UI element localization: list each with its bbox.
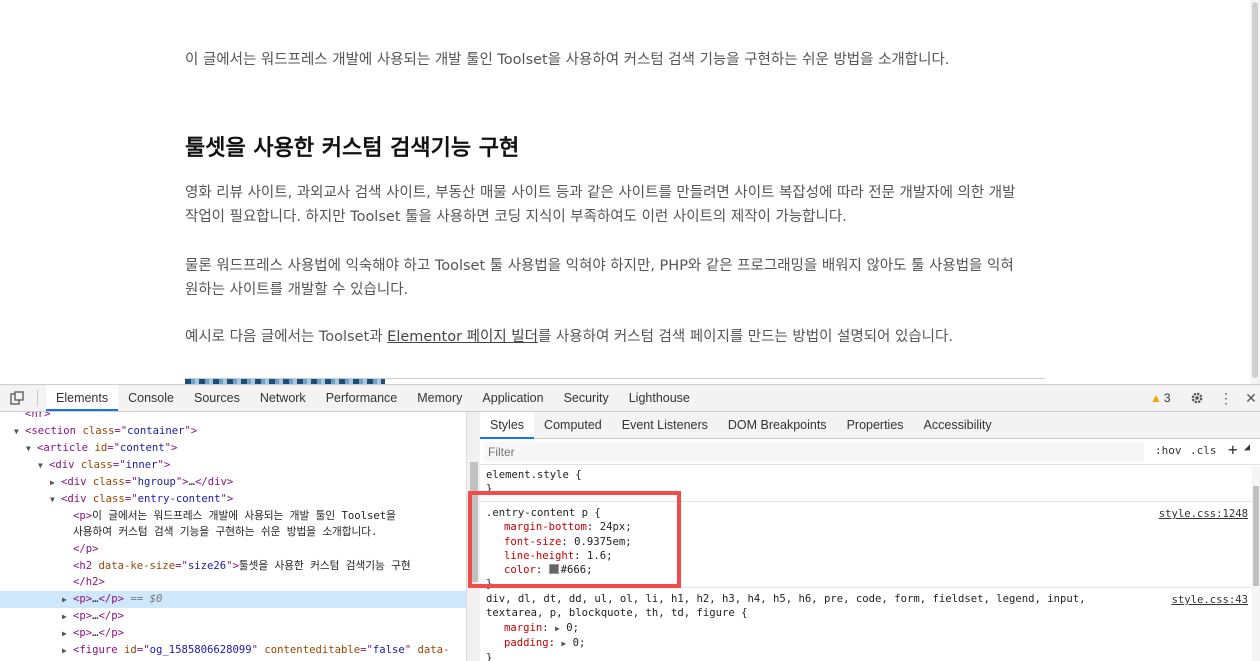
collapse-arrow-icon[interactable]: ▶ [50,475,61,492]
warnings-counter[interactable]: ▲ 3 [1150,385,1171,411]
tree-node-p-1[interactable]: <p>이 글에서는 워드프레스 개발에 사용되는 개발 툴인 Toolset을 [0,508,466,525]
prop-margin[interactable]: margin: ▶ 0; [486,621,1246,636]
tree-node-hgroup[interactable]: ▶ <div class="hgroup">…</div> [0,474,466,491]
hov-toggle[interactable]: :hov [1155,444,1182,457]
subtab-computed[interactable]: Computed [534,412,612,439]
paragraph-2-line-2: 원하는 사이트를 개발할 수 있습니다. [185,282,409,298]
devtools-toolbar: Elements Console Sources Network Perform… [0,385,1260,412]
tree-node-section[interactable]: ▼ <section class="container"> [0,423,466,440]
collapse-arrow-icon[interactable]: ▶ [62,609,73,626]
tree-node-entry-content[interactable]: ▼ <div class="entry-content"> [0,491,466,508]
tab-sources[interactable]: Sources [184,385,250,411]
new-rule-button[interactable]: + [1228,440,1238,459]
tab-console[interactable]: Console [118,385,184,411]
intro-paragraph: 이 글에서는 워드프레스 개발에 사용되는 개발 툴인 Toolset을 사용하… [185,52,950,68]
styles-scrollbar-thumb[interactable] [1253,486,1259,586]
reset-selector-2: textarea, p, blockquote, th, td, figure … [486,607,748,620]
paragraph-1-line-1: 영화 리뷰 사이트, 과외교사 검색 사이트, 부동산 매물 사이트 등과 같은… [185,185,1016,201]
subtab-properties[interactable]: Properties [837,412,914,439]
warning-count: 3 [1163,391,1171,405]
tab-application[interactable]: Application [472,385,553,411]
close-icon[interactable]: ✕ [1238,385,1260,411]
paragraph-3-after: 를 사용하여 커스텀 검색 페이지를 만드는 방법이 설명되어 있습니다. [537,329,953,345]
page-scrollbar[interactable] [1250,0,1260,384]
tree-node-p-4[interactable]: ▶ <p>…</p> [0,625,466,642]
devtools-tabs: Elements Console Sources Network Perform… [46,385,700,411]
collapse-arrow-icon[interactable]: ▶ [62,592,73,609]
paragraph-1-line-2: 작업이 필요합니다. 하지만 Toolset 툴을 사용하면 코딩 지식이 부족… [185,209,847,225]
tree-node-figure[interactable]: ▶ <figure id="og_1585806628099" contented… [0,642,466,659]
reset-close: } [486,652,493,661]
collapse-arrow-icon[interactable]: ▶ [62,643,73,660]
prop-padding[interactable]: padding: ▶ 0; [486,636,1246,651]
entry-rule-source-link[interactable]: style.css:1248 [1159,507,1248,521]
paragraph-3: 예시로 다음 글에서는 Toolset과 Elementor 페이지 빌더를 사… [185,325,1045,349]
cls-toggle[interactable]: .cls [1190,444,1217,457]
tree-node-p-selected[interactable]: ▶ <p>…</p> == $0 [0,591,466,608]
section-heading: 툴셋을 사용한 커스텀 검색기능 구현 [185,136,520,161]
reset-selector-1: div, dl, dt, dd, ul, ol, li, h1, h2, h3,… [486,593,1086,605]
elements-tree: <hr> ▼ <section class="container"> ▼ <arti… [0,412,466,661]
kebab-menu-icon[interactable]: ⋮ [1213,385,1239,411]
tab-memory[interactable]: Memory [407,385,472,411]
gear-icon[interactable] [1184,385,1210,411]
tab-elements[interactable]: Elements [46,385,119,411]
expand-arrow-icon[interactable]: ▼ [38,458,49,475]
subtab-accessibility[interactable]: Accessibility [914,412,1002,439]
toolbar-divider [37,390,38,406]
expand-shorthand-icon[interactable]: ▶ [555,624,560,633]
tree-node-h2[interactable]: <h2 data-ke-size="size26">툴셋을 사용한 커스텀 검색… [0,558,466,575]
tree-node-inner[interactable]: ▼ <div class="inner"> [0,457,466,474]
tab-security[interactable]: Security [554,385,619,411]
collapse-arrow-icon[interactable]: ▶ [62,626,73,643]
styles-scrollbar[interactable] [1252,466,1260,661]
tree-node-p-3[interactable]: ▶ <p>…</p> [0,608,466,625]
styles-filter-input[interactable] [484,442,1144,462]
tab-lighthouse[interactable]: Lighthouse [619,385,700,411]
expand-arrow-icon[interactable]: ▼ [14,424,25,441]
page-scrollbar-thumb[interactable] [1252,2,1258,378]
subtab-dom-breakpoints[interactable]: DOM Breakpoints [718,412,837,439]
reset-rule-source-link[interactable]: style.css:43 [1171,593,1248,607]
element-style-selector: element.style { [486,469,582,481]
expand-shorthand-icon[interactable]: ▶ [561,639,566,648]
tree-node-h2-close[interactable]: </h2> [0,574,466,591]
sidebar-tabs: Styles Computed Event Listeners DOM Brea… [480,412,1260,439]
tab-performance[interactable]: Performance [316,385,408,411]
tree-node-p-1-close[interactable]: </p> [0,541,466,558]
tree-node-p-1-cont[interactable]: 사용하여 커스텀 검색 기능을 구현하는 쉬운 방법을 소개합니다. [0,524,466,541]
paragraph-3-before: 예시로 다음 글에서는 Toolset과 [185,329,388,345]
computed-sidebar-icon[interactable]: ◢ [1244,442,1250,453]
tree-node-hr[interactable]: <hr> [0,412,466,423]
elementor-link[interactable]: Elementor 페이지 빌더 [387,329,538,345]
tree-node-article[interactable]: ▼ <article id="content"> [0,440,466,457]
subtab-styles[interactable]: Styles [480,412,535,439]
device-toolbar-icon[interactable] [4,385,30,411]
expand-arrow-icon[interactable]: ▼ [26,441,37,458]
reset-rule[interactable]: div, dl, dt, dd, ul, ol, li, h1, h2, h3,… [480,588,1252,661]
annotation-highlight-box [468,491,681,588]
paragraph-2-line-1: 물론 워드프레스 사용법에 익숙해야 하고 Toolset 툴 사용법을 익혀야… [185,258,1014,274]
warning-icon: ▲ [1150,391,1162,405]
expand-arrow-icon[interactable]: ▼ [50,492,61,509]
subtab-event-listeners[interactable]: Event Listeners [612,412,718,439]
web-page: 이 글에서는 워드프레스 개발에 사용되는 개발 툴인 Toolset을 사용하… [0,0,1260,384]
tab-network[interactable]: Network [250,385,316,411]
styles-filter-bar: :hov .cls + ◢ [480,439,1260,465]
